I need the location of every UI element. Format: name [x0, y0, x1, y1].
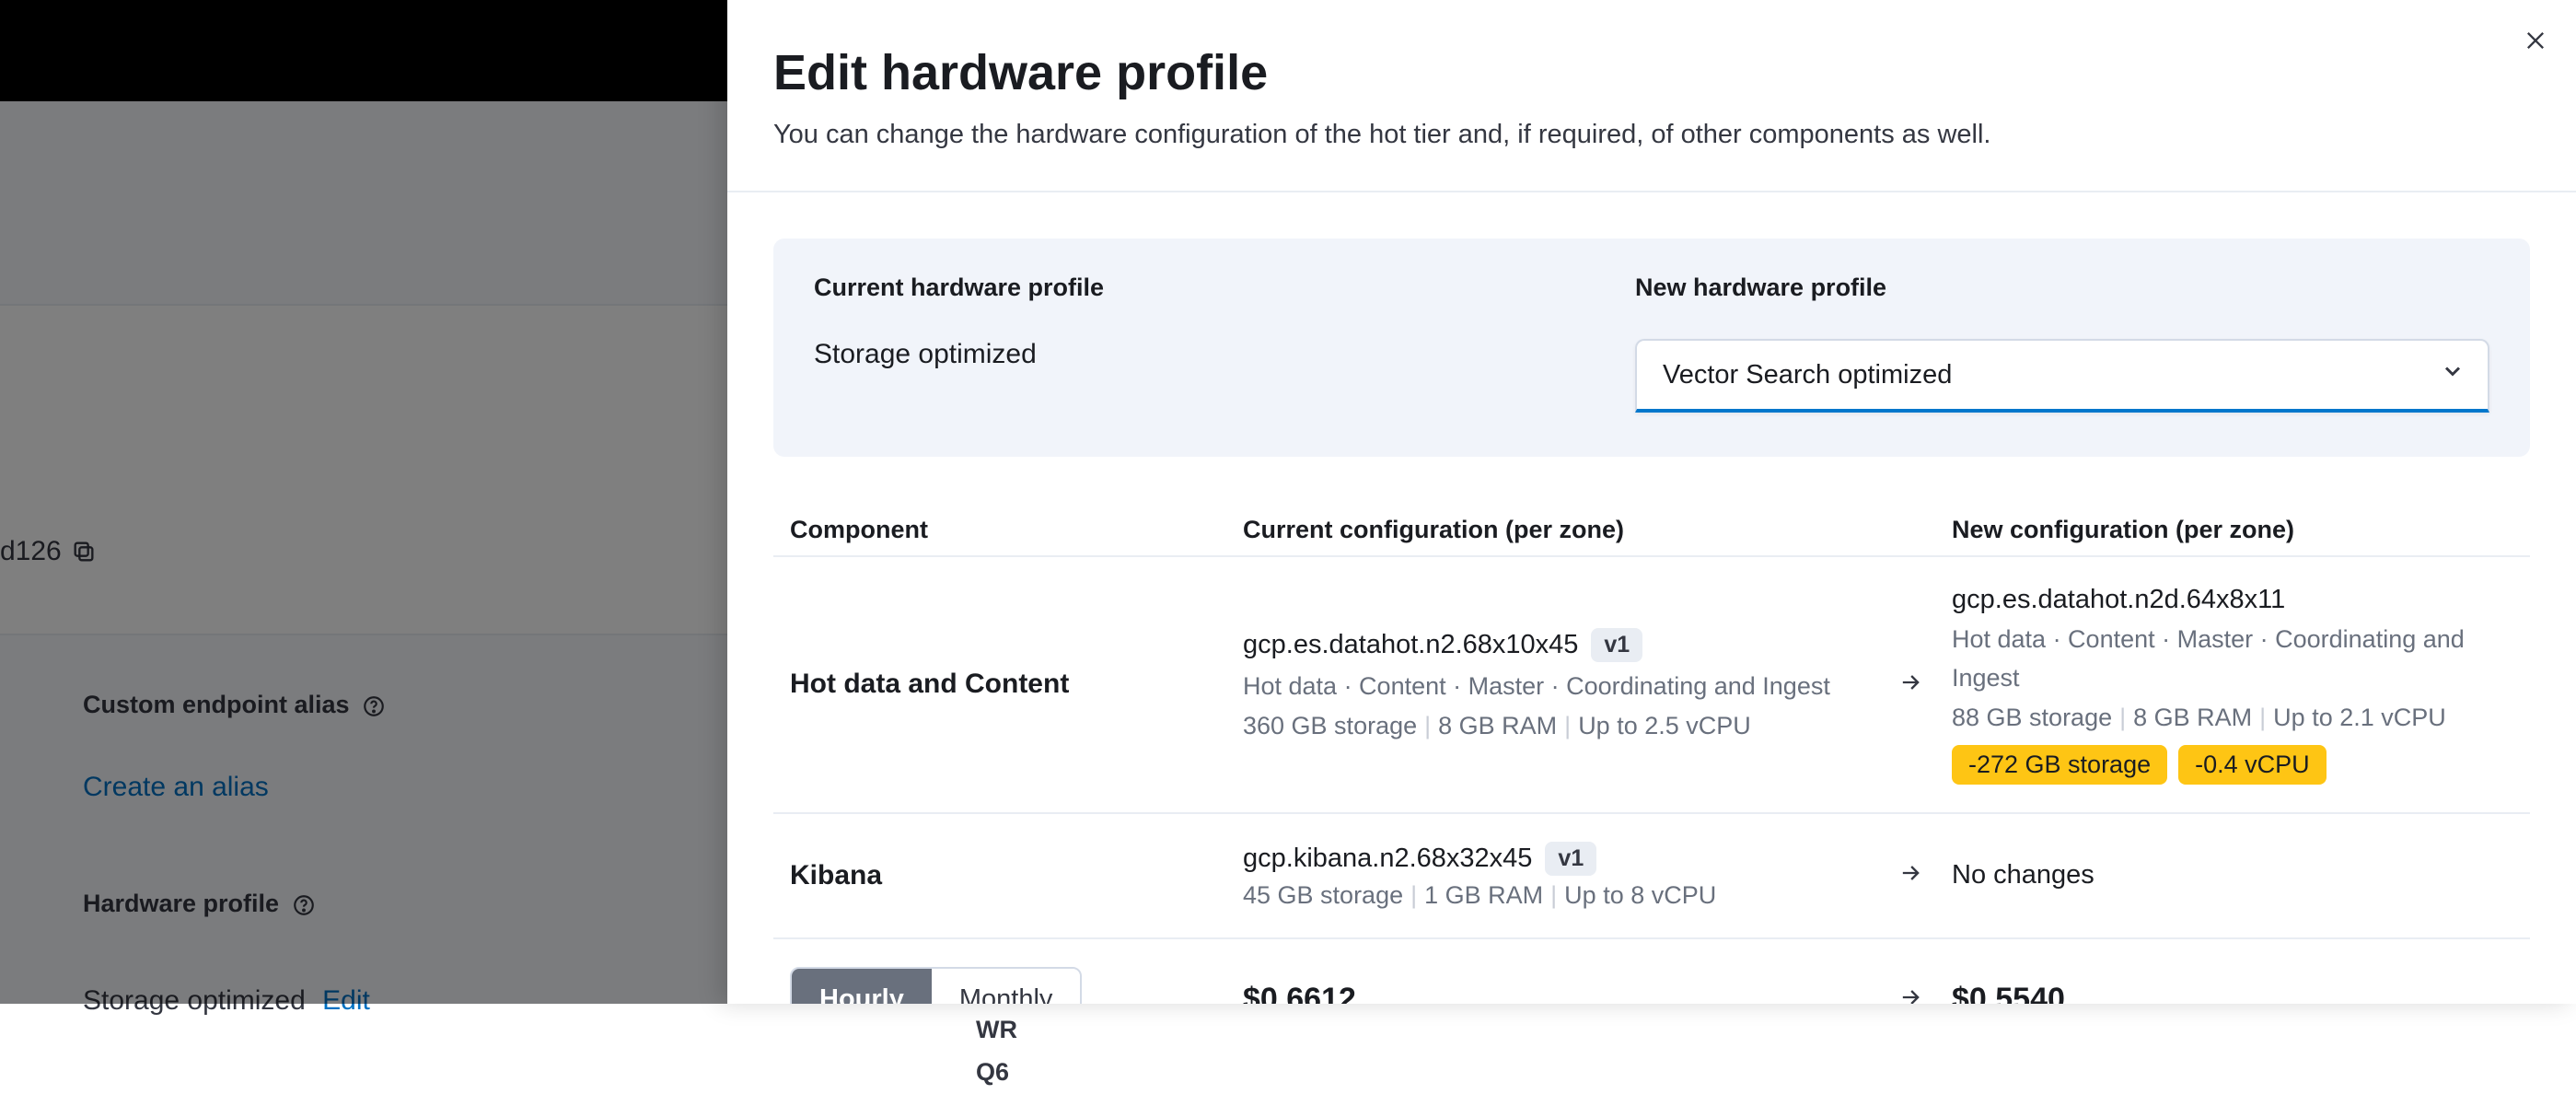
header-component: Component [790, 516, 1243, 544]
delta-badge: -0.4 vCPU [2178, 745, 2327, 785]
header-current: Current configuration (per zone) [1243, 516, 1869, 544]
flyout-title: Edit hardware profile [773, 44, 2530, 101]
current-roles: Hot data · Content · Master · Coordinati… [1243, 668, 1869, 706]
price-row: Hourly Monthly $0.6612 $0.5540 [773, 939, 2530, 1004]
new-specs: 88 GB storage|8 GB RAM|Up to 2.1 vCPU [1952, 704, 2513, 732]
delta-badge: -272 GB storage [1952, 745, 2167, 785]
version-badge: v1 [1545, 842, 1596, 876]
table-row: Kibana gcp.kibana.n2.68x32x45 v1 45 GB s… [773, 814, 2530, 939]
current-specs: 45 GB storage|1 GB RAM|Up to 8 vCPU [1243, 881, 1869, 910]
flyout-body: Current hardware profile Storage optimiz… [727, 192, 2576, 1004]
arrow-right-icon [1897, 669, 1923, 700]
new-sku: gcp.es.datahot.n2d.64x8x11 [1952, 585, 2285, 615]
table-row: Hot data and Content gcp.es.datahot.n2.6… [773, 557, 2530, 814]
current-profile-label: Current hardware profile [814, 274, 1635, 302]
header-new: New configuration (per zone) [1952, 516, 2513, 544]
new-config: No changes [1952, 860, 2513, 890]
current-price: $0.6612 [1243, 982, 1869, 1004]
monthly-button[interactable]: Monthly [932, 969, 1081, 1004]
chevron-down-icon [2440, 358, 2466, 391]
version-badge: v1 [1591, 628, 1642, 662]
new-profile-label: New hardware profile [1635, 274, 2489, 302]
new-config: gcp.es.datahot.n2d.64x8x11 Hot data · Co… [1952, 585, 2513, 785]
flyout-subtitle: You can change the hardware configuratio… [773, 120, 2530, 150]
component-name: Hot data and Content [790, 669, 1243, 700]
current-profile-col: Current hardware profile Storage optimiz… [814, 274, 1635, 413]
edit-hardware-flyout: Edit hardware profile You can change the… [727, 0, 2576, 1004]
delta-badges: -272 GB storage -0.4 vCPU [1952, 745, 2513, 785]
current-profile-value: Storage optimized [814, 339, 1635, 370]
new-profile-col: New hardware profile Vector Search optim… [1635, 274, 2489, 413]
current-config: gcp.es.datahot.n2.68x10x45 v1 Hot data ·… [1243, 628, 1869, 740]
new-profile-selected: Vector Search optimized [1663, 360, 1952, 390]
profile-box: Current hardware profile Storage optimiz… [773, 239, 2530, 457]
component-name: Kibana [790, 860, 1243, 891]
hourly-button[interactable]: Hourly [792, 969, 932, 1004]
new-roles: Hot data · Content · Master · Coordinati… [1952, 621, 2513, 698]
arrow-right-icon [1897, 860, 1923, 890]
no-changes-text: No changes [1952, 860, 2513, 890]
flyout-header: Edit hardware profile You can change the… [727, 0, 2576, 192]
new-price: $0.5540 [1952, 982, 2513, 1004]
current-sku: gcp.es.datahot.n2.68x10x45 [1243, 630, 1578, 660]
current-sku: gcp.kibana.n2.68x32x45 [1243, 844, 1532, 874]
new-profile-select[interactable]: Vector Search optimized [1635, 339, 2489, 413]
arrow-right-icon [1897, 984, 1923, 1004]
current-specs: 360 GB storage|8 GB RAM|Up to 2.5 vCPU [1243, 712, 1869, 740]
close-button[interactable] [2517, 22, 2554, 59]
period-toggle: Hourly Monthly [790, 967, 1082, 1004]
component-table: Component Current configuration (per zon… [773, 505, 2530, 1004]
current-config: gcp.kibana.n2.68x32x45 v1 45 GB storage|… [1243, 842, 1869, 910]
table-header: Component Current configuration (per zon… [773, 505, 2530, 557]
close-icon [2523, 28, 2548, 53]
